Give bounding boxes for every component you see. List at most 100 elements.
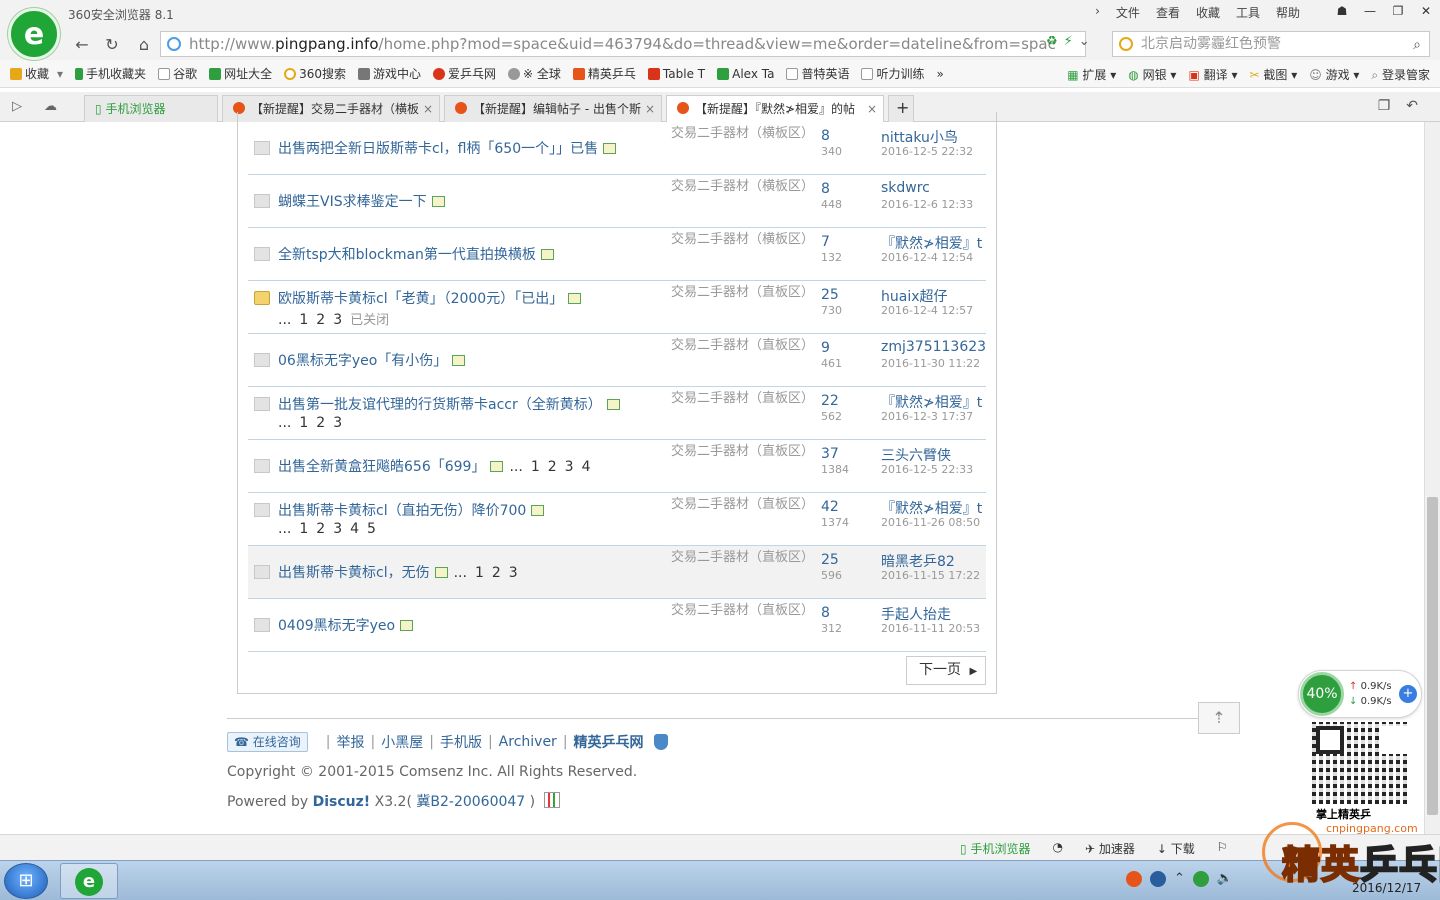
chevron-down-icon[interactable]: ▾ [57,67,63,81]
fav-item[interactable]: 网址大全 [209,65,272,82]
thread-title-link[interactable]: 出售全新黄盒狂飚皓656「699」 [278,459,485,475]
thread-last-post-date[interactable]: 2016-11-15 17:22 [881,569,980,582]
fav-item[interactable]: 收藏 ▾ [10,65,63,82]
page-link[interactable]: 2 [548,459,557,475]
thread-reply-count[interactable]: 8 [821,181,830,197]
thread-row[interactable]: 出售斯蒂卡黄标cl，无伤... 1 2 3 交易二手器材（直板区） 25 596 暗黑老乒82… [248,546,986,599]
discuz-link[interactable]: Discuz! [313,794,371,810]
thread-last-post-date[interactable]: 2016-12-4 12:57 [881,304,973,317]
archiver-link[interactable]: Archiver [499,734,557,750]
page-link[interactable]: 1 [531,459,540,475]
thread-row[interactable]: 出售两把全新日版斯蒂卡cl，fl柄「650一个」」已售 交易二手器材（横板区） 8 3… [248,122,986,175]
extensions-button[interactable]: ▦ 扩展 ▾ [1067,66,1116,83]
games-button[interactable]: ☺ 游戏 ▾ [1309,66,1359,83]
input-method-icon[interactable] [1126,871,1142,887]
skin-icon[interactable]: ☗ [1328,0,1356,22]
thread-last-poster-link[interactable]: 手起人抬走 [881,604,991,624]
thread-forum-link[interactable]: 交易二手器材（直板区） [671,494,814,515]
thread-reply-count[interactable]: 22 [821,393,839,409]
page-link[interactable]: 4 [350,521,359,537]
page-link[interactable]: 2 [316,521,325,537]
thread-last-post-date[interactable]: 2016-12-3 17:37 [881,410,973,423]
back-to-top-button[interactable]: ⇡ [1198,702,1240,734]
thread-title-link[interactable]: 出售两把全新日版斯蒂卡cl，fl柄「650一个」」已售 [278,141,598,157]
thread-title-link[interactable]: 全新tsp大和blockman第一代直拍换横板 [278,247,536,263]
speed-mode-icon[interactable]: ⚡ [1064,34,1073,49]
thread-forum-link[interactable]: 交易二手器材（直板区） [671,600,814,621]
scrollbar-thumb[interactable] [1427,497,1438,815]
volume-icon[interactable]: 🔈 [1217,871,1233,887]
undo-close-icon[interactable]: ↶ [1406,98,1418,114]
page-link[interactable]: 1 [475,565,484,581]
thread-last-poster-link[interactable]: nittaku小鸟 [881,127,991,147]
thread-last-poster-link[interactable]: zmj375113623 [881,339,991,355]
online-bank-button[interactable]: ◍ 网银 ▾ [1128,66,1176,83]
thread-last-post-date[interactable]: 2016-12-4 12:54 [881,251,973,264]
page-link[interactable]: 1 [299,312,308,328]
fav-item[interactable]: 谷歌 [158,65,197,82]
browser-logo-icon[interactable]: e [8,8,60,60]
search-icon[interactable]: ⌕ [1413,33,1421,57]
page-link[interactable]: 3 [333,312,342,328]
thread-row[interactable]: 蝴蝶王VIS求棒鉴定一下 交易二手器材（横板区） 8 448 skdwrc 2016-12… [248,175,986,228]
search-engine-icon[interactable] [1119,37,1133,51]
thread-row[interactable]: 0409黑标无字yeo 交易二手器材（直板区） 8 312 手起人抬走 2016-11-1… [248,599,986,652]
translate-button[interactable]: ▣ 翻译 ▾ [1188,66,1237,83]
thread-row[interactable]: 出售斯蒂卡黄标cl（直拍无伤）降价700... 1 2 3 4 5 交易二手器材（直板区） 4… [248,493,986,546]
thread-reply-count[interactable]: 25 [821,287,839,303]
page-link[interactable]: 3 [333,521,342,537]
online-consult-button[interactable]: ☎ 在线咨询 [227,732,308,752]
mobile-version-link[interactable]: 手机版 [440,732,482,752]
thread-row[interactable]: 06黑标无字yeo「有小伤」 交易二手器材（直板区） 9 461 zmj37511362… [248,334,986,387]
refresh-icon[interactable]: ↻ [100,32,124,56]
close-button[interactable]: ✕ [1412,0,1440,22]
blacklist-link[interactable]: 小黑屋 [381,732,423,752]
menu-help[interactable]: 帮助 [1276,4,1300,21]
thread-last-poster-link[interactable]: huaix超仔 [881,286,991,306]
thread-reply-count[interactable]: 8 [821,605,830,621]
menu-file[interactable]: 文件 [1116,4,1140,21]
status-accelerator[interactable]: ✈ 加速器 [1085,840,1135,857]
page-link[interactable]: 2 [316,312,325,328]
page-link[interactable]: 2 [492,565,501,581]
thread-forum-link[interactable]: 交易二手器材（直板区） [671,335,814,356]
sidebar-toggle-icon[interactable]: ▷ [12,99,22,114]
thread-title-link[interactable]: 0409黑标无字yeo [278,618,395,634]
memory-percent[interactable]: 40% [1300,672,1344,716]
thread-forum-link[interactable]: 交易二手器材（横板区） [671,229,814,250]
fav-item[interactable]: 游戏中心 [358,65,421,82]
thread-last-post-date[interactable]: 2016-11-11 20:53 [881,622,980,635]
thread-last-post-date[interactable]: 2016-11-30 11:22 [881,357,980,370]
fav-item[interactable]: 精英乒乓 [572,65,636,82]
url-input[interactable]: http://www.pingpang.info/home.php?mod=sp… [160,31,1086,57]
thread-last-poster-link[interactable]: skdwrc [881,180,991,196]
cloud-icon[interactable]: ☁ [44,99,57,114]
restore-tabs-icon[interactable]: ❐ [1378,98,1391,114]
page-link[interactable]: ... [278,521,291,537]
page-link[interactable]: 2 [316,415,325,431]
fav-item[interactable]: 听力训练 [861,65,924,82]
dropdown-icon[interactable]: ⌄ [1079,34,1090,49]
thread-last-post-date[interactable]: 2016-11-26 08:50 [881,516,980,529]
home-icon[interactable]: ⌂ [132,32,156,56]
thread-forum-link[interactable]: 交易二手器材（直板区） [671,547,814,568]
page-link[interactable]: 1 [299,521,308,537]
thread-title-link[interactable]: 欧版斯蒂卡黄标cl「老黄」（2000元）「已出」 [278,291,563,307]
page-link[interactable]: 3 [509,565,518,581]
page-link[interactable]: ... [509,459,522,475]
thread-last-post-date[interactable]: 2016-12-6 12:33 [881,198,973,211]
thread-row[interactable]: 出售第一批友谊代理的行货斯蒂卡accr（全新黄标）... 1 2 3 交易二手器材（直板… [248,387,986,440]
thread-last-poster-link[interactable]: 『默然≯相爱』t [881,498,991,518]
thread-forum-link[interactable]: 交易二手器材（直板区） [671,282,814,303]
thread-title-link[interactable]: 出售斯蒂卡黄标cl，无伤 [278,565,430,581]
more-favorites-icon[interactable]: » [936,67,943,81]
security-shield-icon[interactable] [653,734,668,750]
thread-forum-link[interactable]: 交易二手器材（横板区） [671,123,814,144]
thread-reply-count[interactable]: 9 [821,340,830,356]
thread-forum-link[interactable]: 交易二手器材（直板区） [671,441,814,462]
fav-item[interactable]: ※ 全球 [508,65,561,82]
site-name-link[interactable]: 精英乒乓网 [574,732,644,752]
minimize-button[interactable]: — [1356,0,1384,22]
menu-favorites[interactable]: 收藏 [1196,4,1220,21]
thread-title-link[interactable]: 出售第一批友谊代理的行货斯蒂卡accr（全新黄标） [278,397,602,413]
